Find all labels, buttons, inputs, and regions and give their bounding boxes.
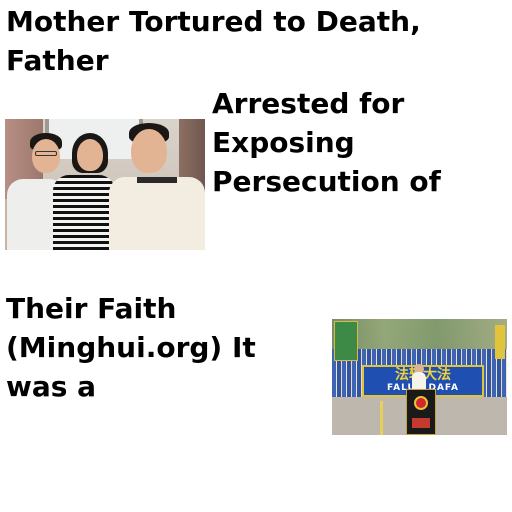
photo-green-flag bbox=[334, 321, 358, 361]
headline-line-3: Arrested for bbox=[212, 87, 405, 120]
body-line-2: was a bbox=[6, 370, 97, 403]
photo-road-stripe bbox=[380, 401, 383, 435]
podium-plaque bbox=[412, 418, 430, 428]
photo-podium bbox=[406, 389, 436, 435]
photo-yellow-flag bbox=[495, 325, 505, 359]
falun-emblem-icon bbox=[414, 396, 428, 410]
family-photo bbox=[5, 119, 205, 250]
headline-line-6: Their Faith bbox=[6, 292, 177, 325]
headline-line-5: Persecution of bbox=[212, 165, 441, 198]
headline-line-2: Father bbox=[6, 44, 109, 77]
rally-photo: 法轮大法 FALUN DAFA bbox=[332, 319, 507, 435]
headline-line-1: Mother Tortured to Death, bbox=[6, 5, 421, 38]
headline-line-4: Exposing bbox=[212, 126, 355, 159]
body-line-1: (Minghui.org) It bbox=[6, 331, 256, 364]
